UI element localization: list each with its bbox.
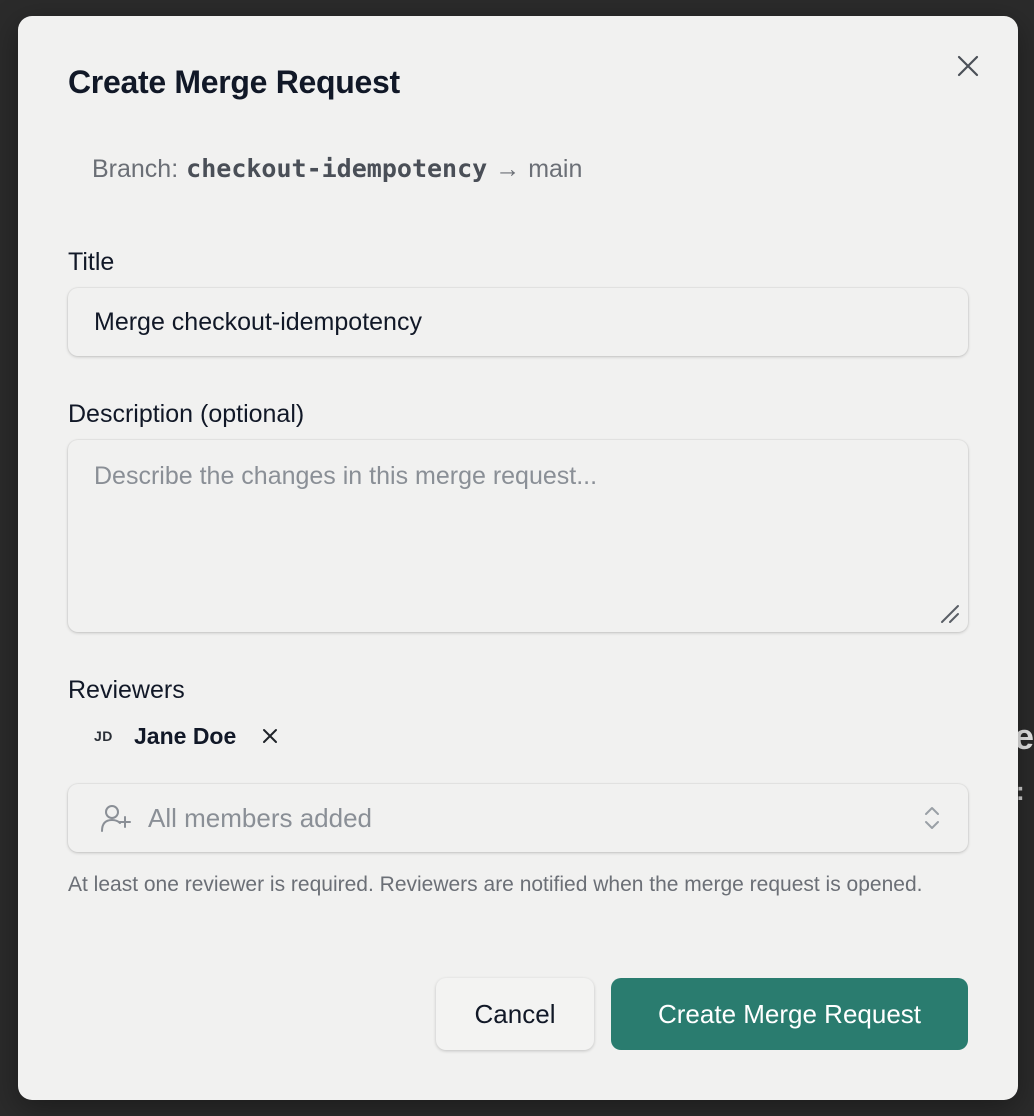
- description-placeholder: Describe the changes in this merge reque…: [94, 462, 598, 490]
- chevron-up-down-icon: [925, 807, 939, 829]
- description-textarea[interactable]: Describe the changes in this merge reque…: [68, 440, 968, 632]
- reviewers-label: Reviewers: [68, 676, 185, 704]
- cancel-button[interactable]: Cancel: [436, 978, 594, 1050]
- description-label: Description (optional): [68, 400, 305, 428]
- branch-info: Branch: checkout-idempotency → main: [92, 154, 582, 184]
- title-input-value: Merge checkout-idempotency: [94, 307, 422, 336]
- create-merge-request-dialog: Create Merge Request Branch: checkout-id…: [18, 16, 1018, 1100]
- reviewer-chip: JD Jane Doe: [94, 720, 282, 752]
- arrow-right-icon: →: [495, 155, 521, 183]
- reviewer-name: Jane Doe: [134, 722, 237, 749]
- resize-handle-icon[interactable]: [938, 602, 960, 624]
- reviewers-select-placeholder: All members added: [148, 802, 372, 833]
- reviewers-select[interactable]: All members added: [68, 784, 968, 852]
- dialog-title: Create Merge Request: [68, 64, 400, 100]
- close-icon: [957, 55, 979, 77]
- source-branch: checkout-idempotency: [186, 154, 488, 183]
- remove-reviewer-button[interactable]: [258, 724, 282, 748]
- close-button[interactable]: [952, 50, 984, 82]
- reviewers-help-text: At least one reviewer is required. Revie…: [68, 873, 923, 896]
- create-merge-request-button[interactable]: Create Merge Request: [611, 978, 968, 1050]
- title-input[interactable]: Merge checkout-idempotency: [68, 288, 968, 356]
- close-icon: [263, 729, 278, 743]
- target-branch: main: [528, 155, 583, 183]
- title-label: Title: [68, 248, 115, 276]
- branch-prefix: Branch:: [92, 155, 179, 183]
- user-plus-icon: [101, 805, 131, 832]
- avatar: JD: [94, 728, 113, 744]
